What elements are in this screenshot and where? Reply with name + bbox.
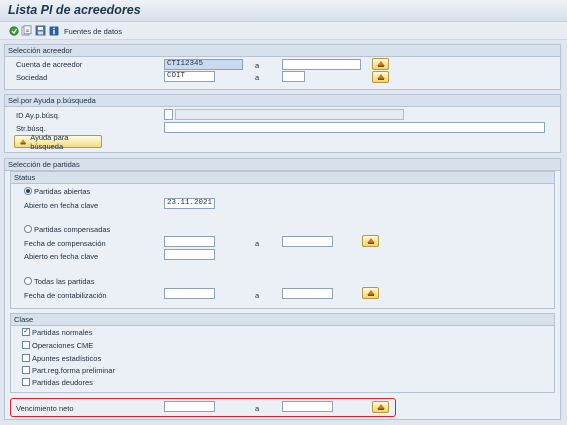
cme-operations-checkbox[interactable] xyxy=(22,341,30,349)
normal-items-label: Partidas normales xyxy=(32,328,93,337)
cleared-open-key-date-label: Abierto en fecha clave xyxy=(24,252,99,261)
statistical-items-label: Apuntes estadísticos xyxy=(32,354,102,363)
debtor-items-checkbox[interactable] xyxy=(22,378,30,386)
cleared-items-radio[interactable] xyxy=(24,225,32,233)
search-help-heading: Sel.por Ayuda p.búsqueda xyxy=(5,95,560,107)
vendor-selection-heading: Selección acreedor xyxy=(5,45,560,57)
posting-date-label: Fecha de contabilización xyxy=(24,291,107,300)
posting-date-multiple-selection-button[interactable] xyxy=(362,287,379,299)
search-help-id-input[interactable] xyxy=(164,109,173,120)
company-code-to-label: a xyxy=(255,73,260,82)
open-key-date-label: Abierto en fecha clave xyxy=(24,201,99,210)
posting-date-to-label: a xyxy=(255,291,260,300)
company-code-to-input[interactable] xyxy=(282,71,305,82)
parked-items-label: Part.reg.forma preliminar xyxy=(32,366,115,375)
multiple-selection-icon xyxy=(376,61,385,67)
search-help-button[interactable]: Ayuda para búsqueda xyxy=(14,132,102,151)
search-help-id-label: ID Ay.p.búsq. xyxy=(16,111,60,120)
execute-icon[interactable] xyxy=(8,25,19,36)
multiple-selection-icon xyxy=(19,139,27,144)
search-string-input[interactable] xyxy=(164,122,545,133)
open-items-label: Partidas abiertas xyxy=(34,187,91,196)
company-code-multiple-selection-button[interactable] xyxy=(372,71,389,83)
page-title: Lista PI de acreedores xyxy=(8,3,141,17)
search-help-button-label: Ayuda para búsqueda xyxy=(30,132,69,151)
clearing-date-from-input[interactable] xyxy=(164,236,215,247)
status-heading: Status xyxy=(11,172,554,184)
clearing-date-multiple-selection-button[interactable] xyxy=(362,235,379,247)
multiple-selection-icon xyxy=(366,238,375,244)
vendor-account-multiple-selection-button[interactable] xyxy=(372,58,389,70)
cleared-items-label: Partidas compensadas xyxy=(34,225,111,234)
item-type-heading: Clase xyxy=(11,314,554,326)
all-items-label: Todas las partidas xyxy=(34,277,95,286)
posting-date-from-input[interactable] xyxy=(164,288,215,299)
clearing-date-to-input[interactable] xyxy=(282,236,333,247)
vendor-account-to-input[interactable] xyxy=(282,59,361,70)
vendor-account-label: Cuenta de acreedor xyxy=(16,60,83,69)
open-key-date-input[interactable]: 23.11.2021 xyxy=(164,198,215,209)
company-code-label: Sociedad xyxy=(16,73,48,82)
open-items-radio[interactable] xyxy=(24,187,32,195)
highlight-frame xyxy=(10,398,396,417)
normal-items-checkbox[interactable]: ✓ xyxy=(22,328,30,336)
cleared-open-key-date-input[interactable] xyxy=(164,249,215,260)
all-items-radio[interactable] xyxy=(24,277,32,285)
parked-items-checkbox[interactable] xyxy=(22,366,30,374)
multiple-selection-icon xyxy=(376,74,385,80)
variant-icon[interactable] xyxy=(21,25,32,36)
search-help-id-description xyxy=(175,109,404,120)
items-selection-heading: Selección de partidas xyxy=(5,159,560,171)
clearing-date-label: Fecha de compensación xyxy=(24,239,106,248)
statistical-items-checkbox[interactable] xyxy=(22,354,30,362)
vendor-account-to-label: a xyxy=(255,61,260,70)
save-variant-icon[interactable] xyxy=(35,25,46,36)
vendor-account-from-input[interactable]: CTI12345 xyxy=(164,59,243,70)
company-code-from-input[interactable]: COIT xyxy=(164,71,215,82)
cme-operations-label: Operaciones CME xyxy=(32,341,94,350)
info-icon[interactable] xyxy=(48,25,59,36)
posting-date-to-input[interactable] xyxy=(282,288,333,299)
multiple-selection-icon xyxy=(366,290,375,296)
clearing-date-to-label: a xyxy=(255,239,260,248)
debtor-items-label: Partidas deudores xyxy=(32,378,93,387)
data-sources-button[interactable]: Fuentes de datos xyxy=(64,27,122,36)
